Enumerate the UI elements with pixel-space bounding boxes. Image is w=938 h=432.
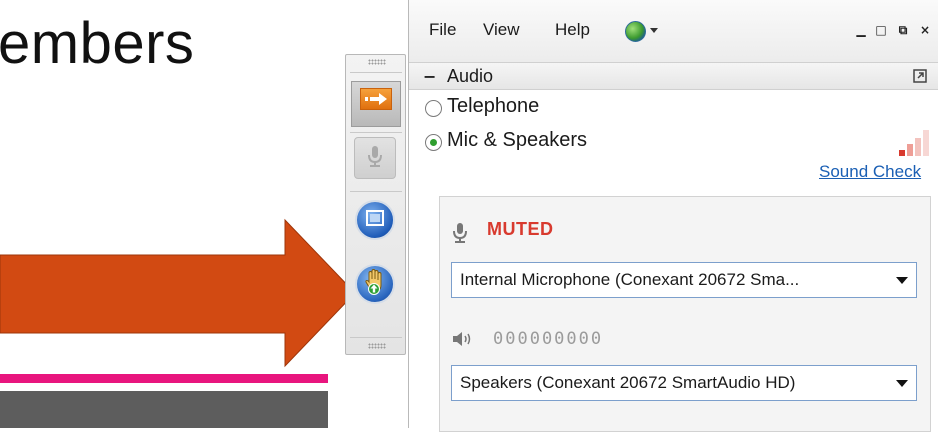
gray-footer-bar — [0, 391, 328, 428]
maximize-button[interactable]: □ — [873, 22, 889, 38]
speaker-select[interactable]: Speakers (Conexant 20672 SmartAudio HD) — [451, 365, 917, 401]
speaker-select-value: Speakers (Conexant 20672 SmartAudio HD) — [460, 373, 796, 392]
collapse-arrow-icon — [360, 88, 392, 110]
close-button[interactable]: × — [917, 22, 933, 38]
expand-panel-button[interactable] — [351, 81, 401, 127]
menu-bar: File View Help ▁ □ ⧉ × — [409, 0, 938, 62]
menu-view[interactable]: View — [483, 20, 520, 40]
toolbar-separator — [350, 132, 402, 133]
microphone-select-value: Internal Microphone (Conexant 20672 Sma.… — [460, 270, 800, 289]
level-bar — [899, 150, 905, 156]
slide-arrow — [0, 218, 356, 368]
mic-status-muted: MUTED — [487, 219, 554, 239]
level-bar — [907, 144, 913, 156]
microphone-icon — [366, 144, 384, 173]
mute-button[interactable] — [354, 137, 396, 179]
orange-arrow-shape — [0, 218, 356, 368]
microphone-select[interactable]: Internal Microphone (Conexant 20672 Sma.… — [451, 262, 917, 298]
audio-level-bars — [899, 128, 933, 156]
video-icon — [365, 209, 385, 232]
chevron-down-icon[interactable] — [896, 277, 908, 284]
telephone-radio[interactable] — [425, 100, 442, 117]
chevron-down-icon[interactable] — [650, 28, 658, 33]
meeting-panel: File View Help ▁ □ ⧉ × − Audio Telephone… — [408, 0, 938, 432]
sound-check-link[interactable]: Sound Check — [819, 162, 921, 182]
toolbar-separator — [350, 72, 402, 73]
toolbar-grip-top[interactable] — [368, 59, 386, 65]
chevron-down-icon[interactable] — [896, 380, 908, 387]
popout-icon[interactable] — [913, 69, 927, 83]
floating-toolbar — [345, 54, 406, 355]
mic-speakers-label[interactable]: Mic & Speakers — [447, 129, 587, 152]
speaker-level-meter: 000000000 — [493, 329, 604, 349]
level-bar — [915, 138, 921, 156]
collapse-icon[interactable]: − — [423, 67, 436, 86]
toolbar-separator — [350, 191, 402, 192]
globe-icon[interactable] — [625, 21, 646, 42]
pink-divider — [0, 374, 328, 383]
video-button[interactable] — [355, 200, 395, 240]
menu-file[interactable]: File — [429, 20, 456, 40]
menu-help[interactable]: Help — [555, 20, 590, 40]
raise-hand-button[interactable] — [355, 264, 395, 304]
telephone-label[interactable]: Telephone — [447, 95, 539, 118]
audio-section-header[interactable]: − Audio — [409, 62, 938, 90]
level-bar — [923, 130, 929, 156]
audio-section-title: Audio — [447, 66, 494, 86]
restore-button[interactable]: ⧉ — [895, 22, 911, 38]
toolbar-separator — [350, 337, 402, 338]
microphone-icon — [451, 222, 469, 249]
minimize-button[interactable]: ▁ — [853, 22, 869, 38]
mic-speakers-radio[interactable] — [425, 134, 442, 151]
speaker-icon — [451, 330, 475, 353]
toolbar-grip-bottom[interactable] — [368, 343, 386, 349]
raise-hand-icon — [362, 268, 388, 301]
